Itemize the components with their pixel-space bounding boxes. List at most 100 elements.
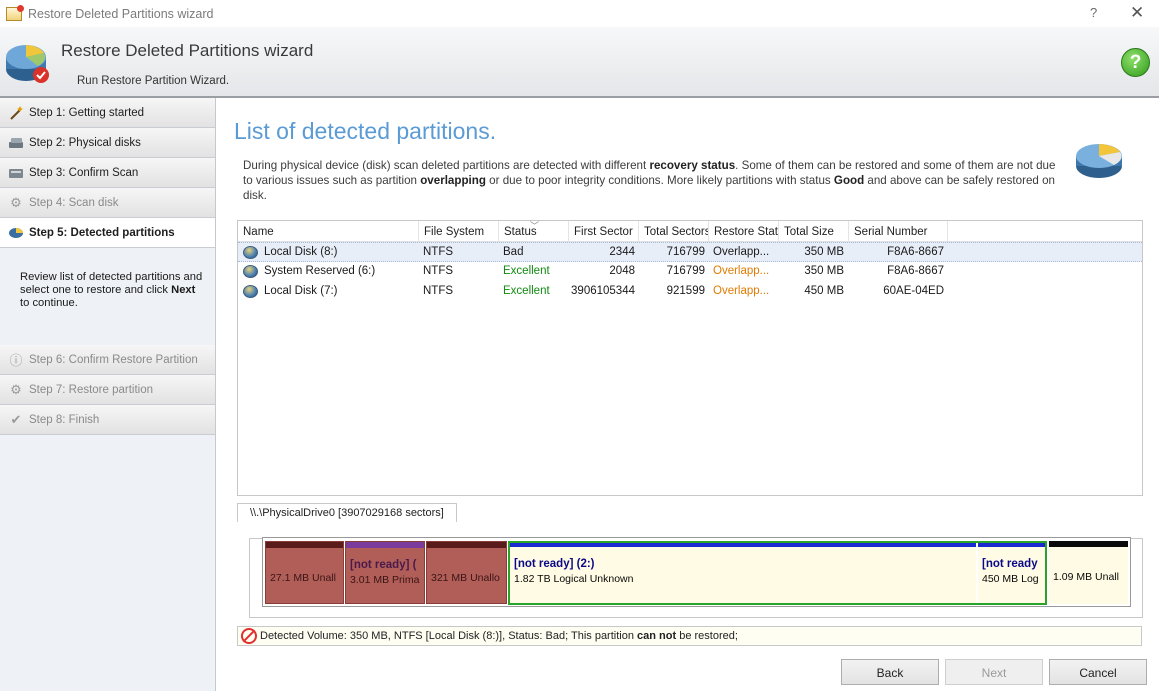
cell-status: Bad <box>503 246 524 258</box>
cell-first-sector: 2048 <box>609 265 635 277</box>
cancel-button[interactable]: Cancel <box>1049 659 1147 685</box>
col-file-system[interactable]: File System <box>419 221 499 242</box>
cell-total-size: 350 MB <box>804 265 844 277</box>
disk-icon <box>7 225 25 241</box>
step-restore-partition[interactable]: ⚙ Step 7: Restore partition <box>0 375 215 405</box>
cell-total-sectors: 716799 <box>666 246 705 258</box>
cell-restore-status: Overlapp... <box>713 246 770 258</box>
step-label: Step 3: Confirm Scan <box>29 166 139 179</box>
cell-name: System Reserved (6:) <box>264 265 376 277</box>
segment-bar <box>266 542 343 548</box>
app-icon <box>6 4 24 21</box>
next-button[interactable]: Next <box>945 659 1043 685</box>
status-text-end: be restored; <box>676 630 738 642</box>
detected-volume-status: Detected Volume: 350 MB, NTFS [Local Dis… <box>237 626 1142 646</box>
cell-total-sectors: 716799 <box>666 265 705 277</box>
disk-icon <box>243 265 258 278</box>
segment-text: 27.1 MB Unall <box>270 572 336 584</box>
cannot-restore-icon <box>241 628 257 644</box>
desc-part: During physical device (disk) scan delet… <box>243 159 650 172</box>
step-label: Step 6: Confirm Restore Partition <box>29 353 198 366</box>
help-icon[interactable]: ? <box>1121 48 1150 77</box>
disk-icon <box>243 246 258 259</box>
cell-serial: F8A6-8667 <box>887 246 944 258</box>
cell-restore-status: Overlapp... <box>713 285 770 297</box>
cell-name: Local Disk (7:) <box>264 285 338 297</box>
cell-name: Local Disk (8:) <box>264 246 338 258</box>
segment-text: 3.01 MB Prima <box>350 574 420 586</box>
disk-icon <box>243 285 258 298</box>
disks-icon <box>7 135 25 151</box>
partition-segment-primary[interactable]: [not ready] ( 3.01 MB Prima <box>345 541 425 604</box>
status-text: Detected Volume: 350 MB, NTFS [Local Dis… <box>260 630 638 642</box>
window-help-button[interactable]: ? <box>1090 5 1097 20</box>
partitions-table: Name File System Status ﹀ First Sector T… <box>237 220 1143 496</box>
step-scan-disk[interactable]: ⚙ Step 4: Scan disk <box>0 188 215 218</box>
check-icon: ✔ <box>10 411 22 427</box>
step-label: Step 5: Detected partitions <box>29 226 175 239</box>
table-row[interactable]: Local Disk (8:) NTFS Bad 2344 716799 Ove… <box>238 242 1142 262</box>
step-label: Step 7: Restore partition <box>29 383 154 396</box>
cell-status: Excellent <box>503 285 550 297</box>
step-getting-started[interactable]: Step 1: Getting started <box>0 98 215 128</box>
col-name[interactable]: Name <box>238 221 419 242</box>
header-subtitle: Run Restore Partition Wizard. <box>77 75 230 87</box>
cell-serial: 60AE-04ED <box>883 285 944 297</box>
table-row[interactable]: Local Disk (7:) NTFS Excellent 390610534… <box>238 282 1142 302</box>
step-description-next: Next <box>171 284 196 296</box>
physical-drive-tab[interactable]: \\.\PhysicalDrive0 [3907029168 sectors] <box>237 503 457 522</box>
cell-fs: NTFS <box>423 265 454 277</box>
step-physical-disks[interactable]: Step 2: Physical disks <box>0 128 215 158</box>
wizard-header: Restore Deleted Partitions wizard Run Re… <box>0 27 1159 98</box>
partition-segment-unallocated[interactable]: 321 MB Unallo <box>426 541 507 604</box>
scan-gear-icon: ⚙ <box>10 194 22 210</box>
sort-arrow-icon: ﹀ <box>530 221 540 231</box>
segment-text: 321 MB Unallo <box>431 572 500 584</box>
step-confirm-restore[interactable]: ⓘ Step 6: Confirm Restore Partition <box>0 345 215 375</box>
cell-fs: NTFS <box>423 285 454 297</box>
status-text-bold: can not <box>637 630 677 642</box>
cell-serial: F8A6-8667 <box>887 265 944 277</box>
desc-bold: Good <box>833 174 865 187</box>
step-finish[interactable]: ✔ Step 8: Finish <box>0 405 215 435</box>
cell-first-sector: 3906105344 <box>571 285 635 297</box>
cell-status: Excellent <box>503 265 550 277</box>
step-label: Step 1: Getting started <box>29 106 145 119</box>
segment-title: [not ready] ( <box>350 559 417 571</box>
page-description: During physical device (disk) scan delet… <box>243 158 1063 203</box>
info-icon: ⓘ <box>9 353 23 368</box>
gear-icon: ⚙ <box>10 381 22 397</box>
back-button[interactable]: Back <box>841 659 939 685</box>
step-description-end: to continue. <box>20 297 78 309</box>
window-close-button[interactable]: ✕ <box>1130 3 1144 23</box>
step-detected-partitions[interactable]: Step 5: Detected partitions <box>0 218 215 248</box>
cell-restore-status: Overlapp... <box>713 265 770 277</box>
step-description: Review list of detected partitions and s… <box>20 271 205 310</box>
segment-bar <box>427 542 506 548</box>
disk-chart-icon <box>1076 144 1122 178</box>
col-serial-number[interactable]: Serial Number <box>849 221 948 242</box>
selected-partition-outline <box>508 541 1047 605</box>
cell-total-size: 350 MB <box>804 246 844 258</box>
partition-segment-unallocated[interactable]: 27.1 MB Unall <box>265 541 344 604</box>
col-total-sectors[interactable]: Total Sectors <box>639 221 709 242</box>
segment-bar <box>1049 541 1128 547</box>
col-first-sector[interactable]: First Sector <box>569 221 639 242</box>
cell-total-size: 450 MB <box>804 285 844 297</box>
table-header: Name File System Status ﹀ First Sector T… <box>238 221 1142 242</box>
cell-total-sectors: 921599 <box>666 285 705 297</box>
page-title: List of detected partitions. <box>234 118 497 144</box>
partition-segment-unallocated[interactable]: 1.09 MB Unall <box>1049 541 1128 604</box>
step-confirm-scan[interactable]: Step 3: Confirm Scan <box>0 158 215 188</box>
desc-bold: recovery status <box>649 159 736 172</box>
table-row[interactable]: System Reserved (6:) NTFS Excellent 2048… <box>238 262 1142 282</box>
header-title: Restore Deleted Partitions wizard <box>61 41 314 60</box>
col-total-size[interactable]: Total Size <box>779 221 849 242</box>
col-restore-status[interactable]: Restore Stat <box>709 221 779 242</box>
wizard-steps-sidebar: Step 1: Getting started Step 2: Physical… <box>0 98 216 691</box>
step-label: Step 2: Physical disks <box>29 136 141 149</box>
wand-icon <box>7 105 25 121</box>
cell-first-sector: 2344 <box>609 246 635 258</box>
step-label: Step 4: Scan disk <box>29 196 119 209</box>
confirm-icon <box>7 165 25 181</box>
